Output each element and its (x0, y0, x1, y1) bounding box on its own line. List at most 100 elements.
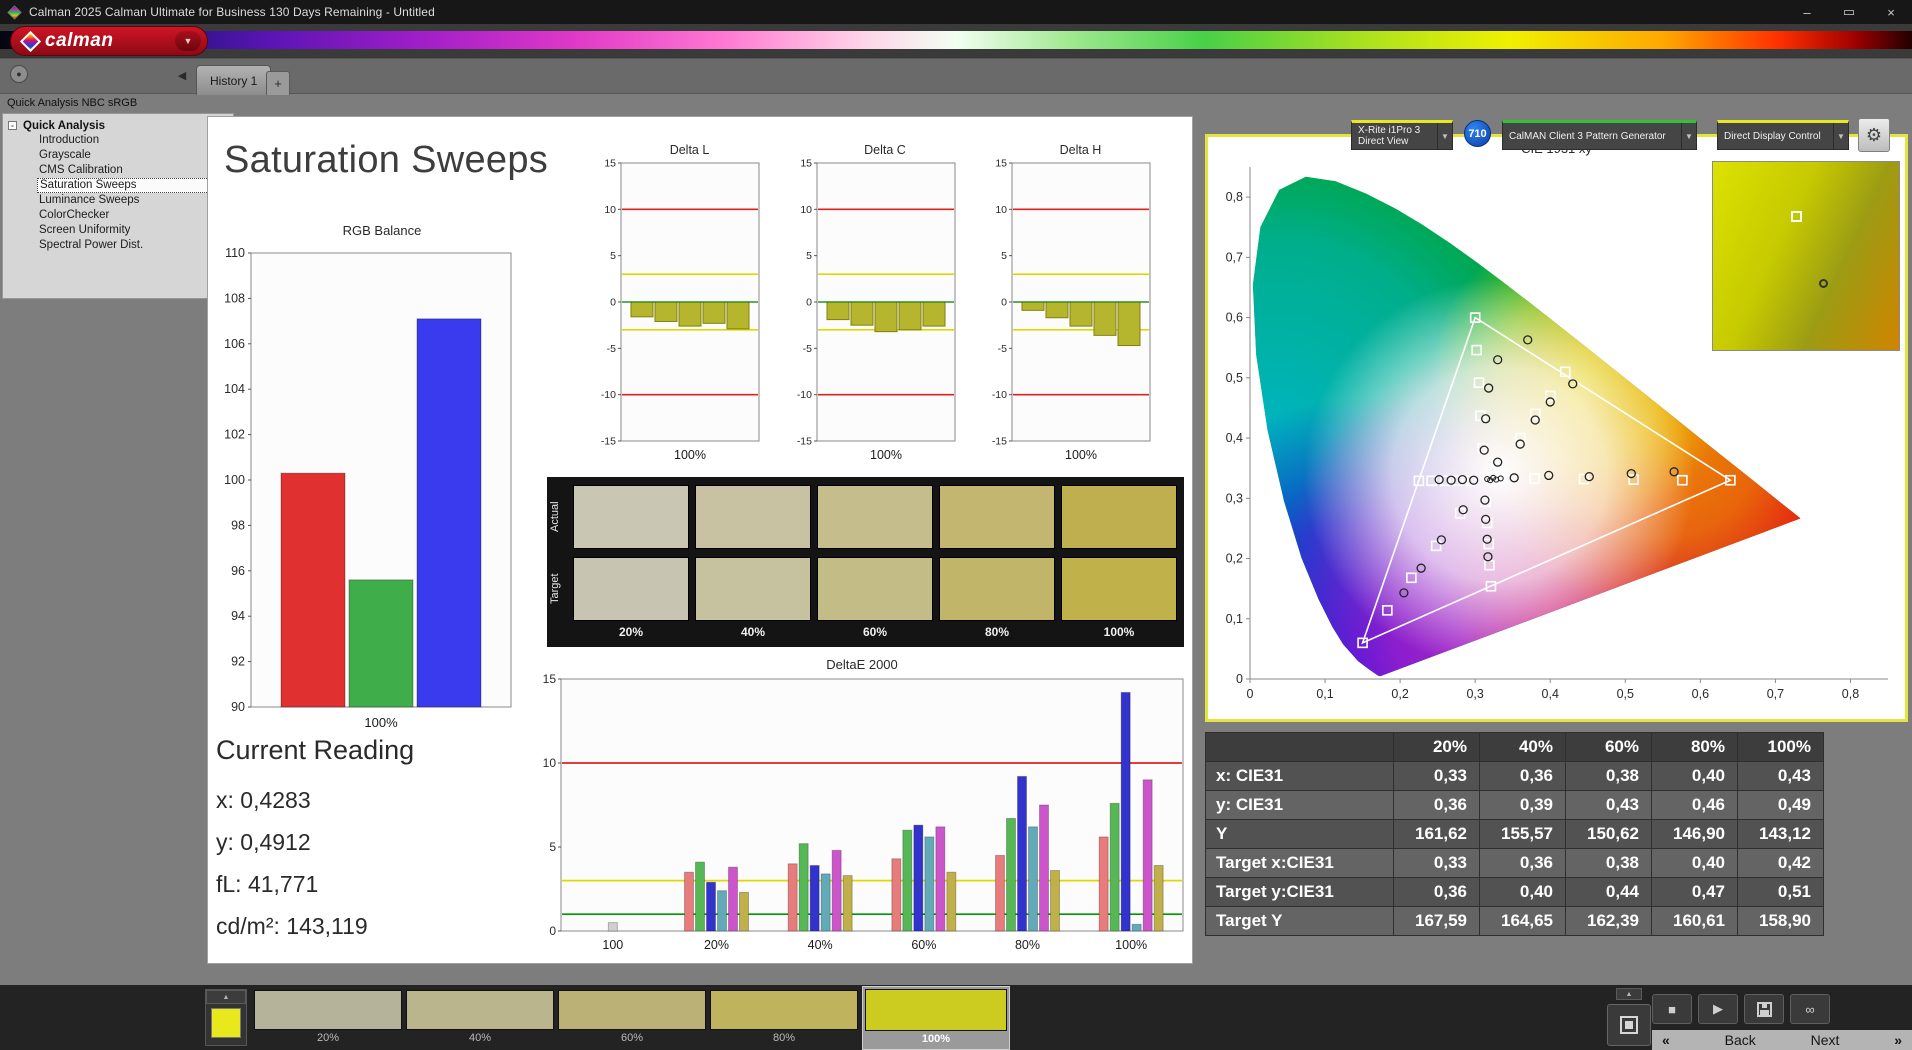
tab-strip: ● ◀ History 1 + X-Rite i1Pro 3 Direct Vi… (0, 58, 1912, 152)
svg-text:0,1: 0,1 (1226, 612, 1243, 626)
maximize-button[interactable]: ▭ (1828, 0, 1870, 24)
main-menu-dropdown[interactable]: ▼ (175, 31, 201, 51)
minimize-button[interactable]: – (1786, 0, 1828, 24)
calman-logo[interactable]: calman ▼ (10, 26, 208, 56)
sidebar-item-luminance-sweeps[interactable]: Luminance Sweeps (3, 193, 233, 208)
svg-text:102: 102 (224, 428, 245, 442)
pattern-swatch-20%[interactable]: 20% (254, 990, 402, 1046)
table-cell: 164,65 (1479, 906, 1566, 936)
back-button[interactable]: Back (1725, 1032, 1756, 1048)
tab-history-1[interactable]: History 1 (196, 65, 272, 95)
pattern-swatch-40%[interactable]: 40% (406, 990, 554, 1046)
pattern-generator-dropdown[interactable]: CalMAN Client 3 Pattern Generator ▼ (1502, 120, 1697, 150)
actual-row-label: Actual (549, 501, 561, 533)
table-cell: 158,90 (1737, 906, 1824, 936)
rgb-balance-chart: 90 92 94 96 98 100 102 104 106 108 110 100% (224, 246, 512, 730)
continuous-mode-button[interactable]: ∞ (1790, 994, 1830, 1024)
swatch-color (254, 990, 402, 1030)
swatch-col-label: 20% (618, 625, 644, 639)
svg-text:0,8: 0,8 (1226, 190, 1243, 204)
sidebar-item-cms-calibration[interactable]: CMS Calibration (3, 163, 233, 178)
sidebar-item-colorchecker[interactable]: ColorChecker (3, 208, 233, 223)
table-cell: 0,39 (1479, 790, 1566, 820)
table-cell: 0,40 (1651, 761, 1738, 791)
target-swatch-60% (817, 557, 933, 621)
swatch-col-label: 100% (1103, 625, 1135, 639)
table-cell: 0,40 (1651, 848, 1738, 878)
table-cell: 0,36 (1479, 848, 1566, 878)
deltae-title: DeltaE 2000 (826, 657, 898, 672)
table-row: Target x:CIE31 0,33 0,36 0,38 0,40 0,42 (1205, 848, 1824, 878)
svg-text:0: 0 (1001, 297, 1007, 309)
svg-text:-15: -15 (797, 436, 812, 448)
deltae-2000-chart: 0 5 10 15 100 20% 40% 60% 80% 100% (543, 673, 1184, 952)
svg-text:0,2: 0,2 (1226, 552, 1243, 566)
swatch-color (406, 990, 554, 1030)
pattern-window-button[interactable] (1607, 1004, 1651, 1046)
main-panel: Saturation Sweeps RGB Balance 90 92 94 96 98… (207, 116, 1193, 964)
table-row-label: y: CIE31 (1205, 790, 1394, 820)
svg-text:-15: -15 (992, 436, 1007, 448)
display-control-dropdown[interactable]: Direct Display Control ▼ (1717, 120, 1849, 150)
transport-controls: ■ ▶ ∞ (1652, 994, 1830, 1024)
sidebar-item-screen-uniformity[interactable]: Screen Uniformity (3, 223, 233, 238)
swatch-color (558, 990, 706, 1030)
play-button[interactable]: ▶ (1698, 994, 1738, 1024)
indicator-up-arrow-icon[interactable]: ▲ (206, 990, 246, 1004)
svg-text:100: 100 (602, 938, 623, 952)
meter-mode: Direct View (1358, 136, 1409, 147)
gear-icon[interactable]: ⚙ (1858, 118, 1890, 152)
reading-value: x: 0,4283 (216, 787, 311, 813)
actual-swatch-60% (817, 485, 933, 549)
sidebar-item-grayscale[interactable]: Grayscale (3, 148, 233, 163)
add-tab-button[interactable]: + (266, 71, 290, 95)
window-title: Calman 2025 Calman Ultimate for Business… (29, 5, 435, 19)
actual-target-swatch-grid: Actual Target 20% 40% 60% 80% 100% (547, 477, 1184, 647)
svg-text:0,5: 0,5 (1226, 371, 1243, 385)
pattern-swatch-100%[interactable]: 100% (862, 986, 1010, 1050)
swatch-label: 80% (772, 1032, 796, 1044)
pattern-swatch-80%[interactable]: 80% (710, 990, 858, 1046)
swatch-label: 40% (468, 1032, 492, 1044)
table-cell: 0,47 (1651, 877, 1738, 907)
svg-text:15: 15 (543, 673, 557, 686)
svg-text:-10: -10 (797, 389, 812, 401)
first-page-chevron[interactable]: « (1662, 1032, 1670, 1048)
table-row: Target y:CIE31 0,36 0,40 0,44 0,47 0,51 (1205, 877, 1824, 907)
svg-text:10: 10 (800, 204, 812, 216)
cie-1931-panel: CIE 1931 xy 000,10,10,20,20,30,30,40,40,… (1205, 134, 1908, 722)
tree-expander-icon[interactable]: - (8, 121, 17, 130)
svg-text:5: 5 (549, 840, 556, 854)
sidebar-item-spectral-power-dist-[interactable]: Spectral Power Dist. (3, 238, 233, 253)
rgb-balance-title: RGB Balance (342, 223, 422, 238)
inset-measured-point (1819, 278, 1829, 288)
table-cell: 0,46 (1651, 790, 1738, 820)
sidebar-item-introduction[interactable]: Introduction (3, 133, 233, 148)
saturation-data-table: 20% 40% 60% 80% 100% x: CIE31 0,33 0,36 0,38 0,40… (1205, 732, 1824, 936)
stop-button[interactable]: ■ (1652, 994, 1692, 1024)
delta-l-title: Delta L (669, 143, 710, 157)
last-page-chevron[interactable]: » (1894, 1032, 1902, 1048)
pattern-swatch-60%[interactable]: 60% (558, 990, 706, 1046)
svg-text:0: 0 (1236, 672, 1243, 686)
next-button[interactable]: Next (1811, 1032, 1840, 1048)
meter-name: X-Rite i1Pro 3 (1358, 125, 1421, 136)
delta-l-chart: 15 10 5 0 -5 -10 -15 100% (601, 158, 760, 462)
actual-swatch-40% (695, 485, 811, 549)
table-cell: 0,33 (1393, 848, 1480, 878)
tree-root-quick-analysis[interactable]: - Quick Analysis (3, 119, 233, 133)
panel-up-arrow-icon[interactable]: ▲ (1616, 988, 1642, 1000)
floppy-icon (1756, 1001, 1772, 1017)
pin-button[interactable]: ● (10, 65, 28, 83)
table-corner-cell (1205, 732, 1394, 762)
svg-text:104: 104 (224, 382, 245, 396)
table-cell: 162,39 (1565, 906, 1652, 936)
swatch-color (710, 990, 858, 1030)
svg-text:98: 98 (231, 518, 245, 532)
close-button[interactable]: × (1870, 0, 1912, 24)
sidebar-collapse-icon[interactable]: ◀ (173, 67, 191, 83)
save-button[interactable] (1744, 994, 1784, 1024)
current-reading-heading: Current Reading (216, 735, 415, 765)
svg-text:15: 15 (995, 158, 1007, 170)
meter-dropdown[interactable]: X-Rite i1Pro 3 Direct View ▼ (1351, 120, 1453, 150)
